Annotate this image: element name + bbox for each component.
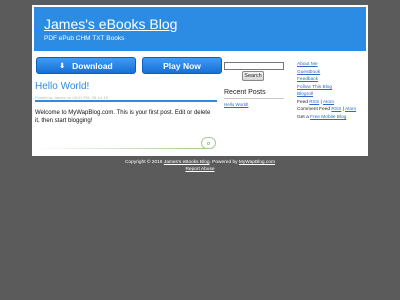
comment-feed-rss-link[interactable]: RSS xyxy=(331,107,341,112)
comment-feed-separator: | xyxy=(342,107,344,112)
feed-atom-link[interactable]: Atom xyxy=(323,100,334,105)
blog-title-link[interactable]: James's eBooks Blog xyxy=(44,16,177,32)
get-blog-label: Get a xyxy=(297,114,309,120)
comment-feed-label: Comment Feed xyxy=(297,107,331,112)
feed-rss-link[interactable]: RSS xyxy=(309,100,319,105)
guestbook-link[interactable]: Guestbook xyxy=(297,69,356,77)
blogroll-link[interactable]: Blogroll xyxy=(297,91,356,99)
free-mobile-blog-link[interactable]: Free Mobile Blog xyxy=(310,115,346,120)
recent-posts-divider xyxy=(224,98,284,99)
comment-feed-row: Comment Feed RSS | Atom xyxy=(297,106,356,114)
mywapblog-link[interactable]: MyWapBlog.com xyxy=(239,160,275,165)
recent-post-link[interactable]: Hello World! xyxy=(224,102,248,107)
post-divider xyxy=(35,100,217,102)
download-arrow-icon: ⬇ xyxy=(59,62,66,70)
powered-by-text: . Powered by xyxy=(209,160,238,165)
search-button[interactable]: Search xyxy=(242,71,264,81)
download-button-label: Download xyxy=(72,60,113,71)
blog-description: PDF ePub CHM TXT Books xyxy=(44,35,125,42)
feed-label: Feed xyxy=(297,99,308,105)
feedback-link[interactable]: Feedback xyxy=(297,76,356,84)
page-container: James's eBooks Blog PDF ePub CHM TXT Boo… xyxy=(32,5,368,156)
comment-feed-atom-link[interactable]: Atom xyxy=(345,107,356,112)
download-button[interactable]: ⬇ Download xyxy=(36,57,136,74)
post-title[interactable]: Hello World! xyxy=(35,81,89,92)
site-footer: Copyright © 2016 James's eBooks Blog. Po… xyxy=(0,159,400,173)
get-blog-row: Get a Free Mobile Blog xyxy=(297,114,356,122)
report-abuse-link[interactable]: Report Abuse xyxy=(185,167,214,172)
feed-separator: | xyxy=(320,99,322,105)
feed-row: Feed RSS | Atom xyxy=(297,99,356,107)
footer-blog-link[interactable]: James's eBooks Blog xyxy=(164,160,210,165)
sidebar-links: About Me Guestbook Feedback Follow This … xyxy=(297,61,356,121)
blog-header: James's eBooks Blog PDF ePub CHM TXT Boo… xyxy=(34,7,366,51)
follow-blog-link[interactable]: Follow This Blog xyxy=(297,84,356,92)
recent-posts-heading: Recent Posts xyxy=(224,89,266,96)
search-input[interactable] xyxy=(224,62,284,70)
post-footer-divider xyxy=(35,148,205,149)
copyright-text: Copyright © 2016 xyxy=(125,160,163,165)
post-body: Welcome to MyWapBlog.com. This is your f… xyxy=(35,110,211,124)
comment-count-bubble[interactable]: 0 xyxy=(201,137,216,149)
copyright-line: Copyright © 2016 James's eBooks Blog. Po… xyxy=(0,159,400,166)
play-now-button[interactable]: Play Now xyxy=(142,57,222,74)
about-me-link[interactable]: About Me xyxy=(297,61,356,69)
play-now-button-label: Play Now xyxy=(163,60,201,71)
